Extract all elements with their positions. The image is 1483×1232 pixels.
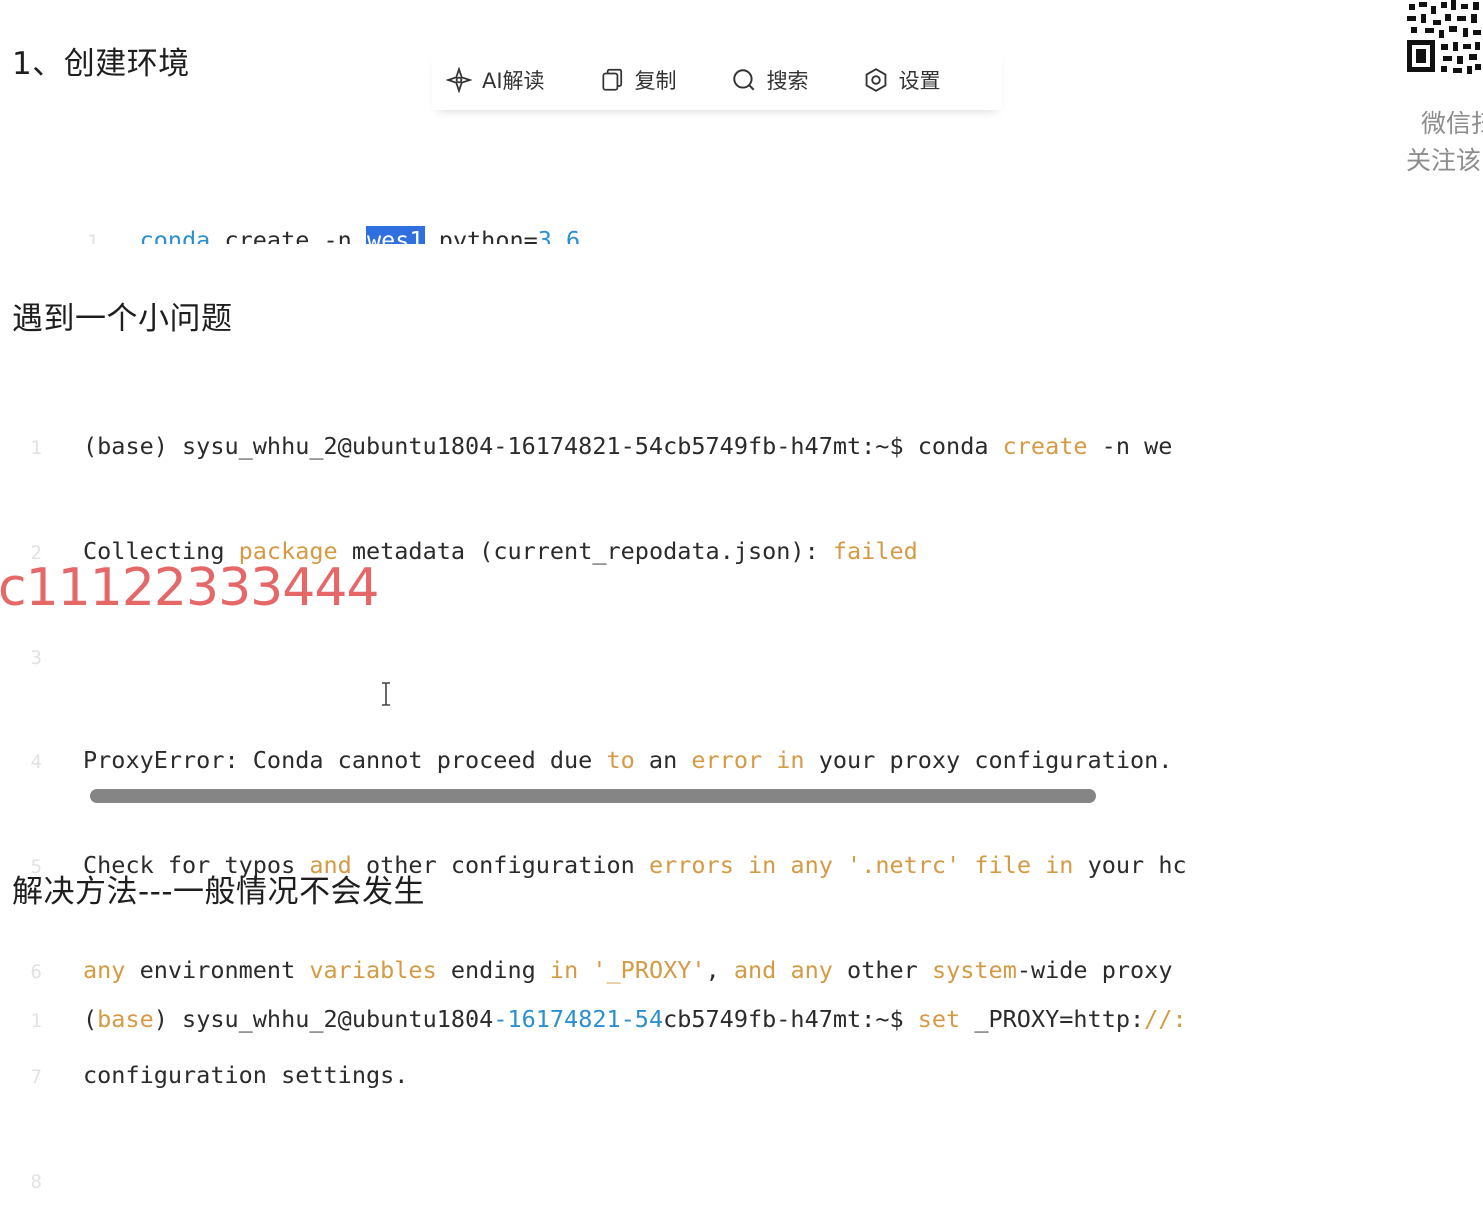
code-token: create -n (210, 225, 366, 244)
code-token: Collecting (83, 536, 239, 565)
copy-label: 复制 (634, 68, 677, 93)
code-token: your proxy configuration. (804, 746, 1173, 775)
qr-code-icon (1403, 0, 1483, 76)
horizontal-scrollbar[interactable] (90, 789, 1096, 803)
ai-interpret-button[interactable]: AI解读 (446, 64, 545, 95)
code-token: errors in any (648, 851, 833, 880)
copy-icon (602, 68, 622, 91)
section-title-create-env: 1、创建环境 (12, 46, 190, 82)
line-number: 1 (30, 1010, 42, 1032)
code-token: file in (974, 851, 1074, 880)
code-token: create (1002, 432, 1088, 460)
code-token: '.netrc' (847, 851, 961, 880)
code-token: python= (424, 225, 538, 244)
sparkle-icon (446, 66, 472, 93)
search-button[interactable]: 搜索 (731, 64, 809, 95)
code-line: 1 conda create -n wes1 python=3.6 (0, 167, 1299, 244)
line-number: 2 (30, 541, 42, 564)
code-token: (base) sysu_whhu_2@ubuntu1804-16174821-5… (83, 432, 1003, 460)
code-token: 3.6 (537, 225, 581, 244)
qr-caption-line2: 关注该 (1406, 146, 1482, 175)
code-line: 1 (base) sysu_whhu_2@ubuntu1804-16174821-… (0, 422, 1299, 471)
search-label: 搜索 (766, 68, 809, 93)
code-line: 1 (base) sysu_whhu_2@ubuntu1804-16174821-… (0, 995, 1299, 1044)
code-line: 8 (0, 1156, 1299, 1205)
code-token: ( (83, 1005, 98, 1033)
line-number: 4 (30, 751, 42, 774)
copy-button[interactable]: 复制 (599, 64, 677, 95)
code-line: 2 Collecting package metadata (current_re… (0, 527, 1299, 576)
code-token: an (634, 746, 692, 775)
code-block-create-env[interactable]: 1 conda create -n wes1 python=3.6 (0, 111, 1299, 244)
code-token: -n we (1087, 432, 1173, 460)
code-token: failed (832, 536, 918, 565)
line-number: 1 (87, 230, 99, 244)
code-line: 4 ProxyError: Conda cannot proceed due to… (0, 736, 1299, 785)
code-token: ProxyError: Conda cannot proceed due (83, 746, 607, 775)
code-token: conda (139, 225, 211, 244)
qr-caption-line1: 微信扫 (1421, 109, 1483, 138)
search-icon (732, 68, 755, 90)
code-token: metadata (current_repodata.json): (337, 536, 833, 565)
code-token: package (238, 536, 338, 565)
section-title-problem: 遇到一个小问题 (12, 301, 233, 337)
code-token: cb5749fb-h47mt:~$ (663, 1005, 918, 1033)
code-line: 3 (0, 632, 1299, 681)
settings-button[interactable]: 设置 (863, 64, 941, 95)
code-token: //: (1144, 1005, 1187, 1033)
line-number: 3 (30, 646, 42, 669)
code-token: in (776, 746, 805, 775)
text-cursor-icon (382, 682, 390, 706)
section-title-solution: 解决方法---一般情况不会发生 (12, 874, 426, 910)
code-token: _PROXY=http: (960, 1005, 1145, 1033)
code-token: your hc (1073, 851, 1187, 880)
code-token: error (691, 746, 763, 775)
line-number: 1 (30, 437, 42, 459)
selected-text[interactable]: wes1 (365, 225, 425, 244)
settings-icon (865, 67, 886, 92)
code-token: ) sysu_whhu_2@ubuntu1804 (153, 1005, 494, 1033)
ai-interpret-label: AI解读 (482, 68, 545, 93)
code-token: -16174821-54 (493, 1005, 664, 1033)
code-toolbar: AI解读 复制 搜索 设置 (432, 48, 1002, 110)
code-token: to (606, 746, 635, 775)
qr-code-panel (1403, 0, 1483, 76)
settings-label: 设置 (898, 68, 941, 93)
line-number: 8 (30, 1170, 42, 1193)
code-token: base (97, 1005, 154, 1033)
code-block-solution[interactable]: 1 (base) sysu_whhu_2@ubuntu1804-16174821-… (0, 939, 1299, 1072)
code-token: set (917, 1005, 961, 1033)
